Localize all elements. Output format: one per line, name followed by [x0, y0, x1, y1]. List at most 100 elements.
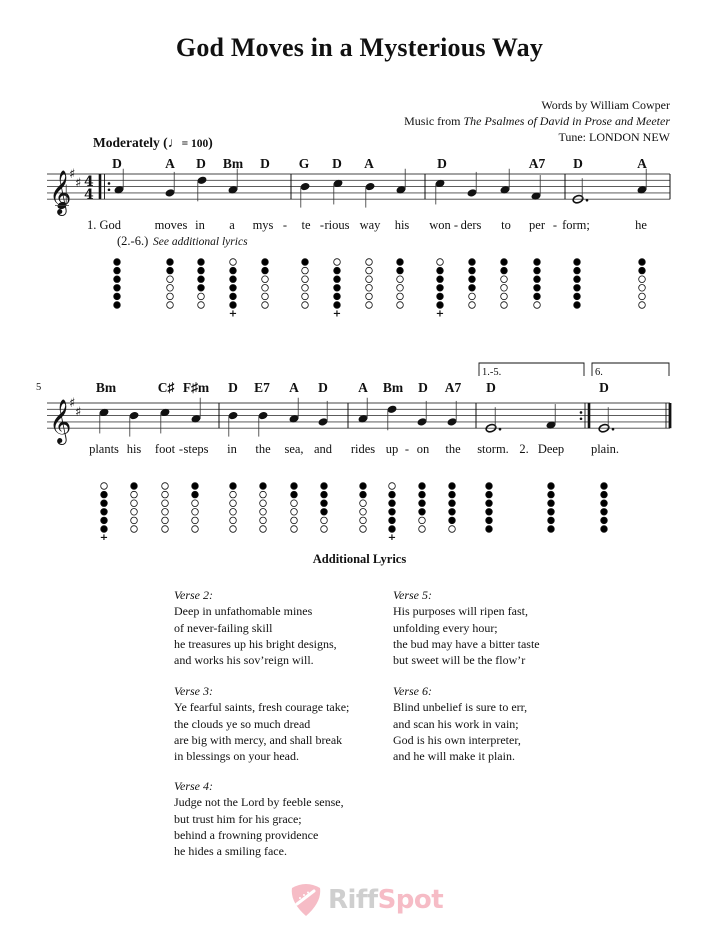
- chord-symbol: C♯: [158, 380, 175, 395]
- hole-closed-icon: [100, 525, 108, 533]
- tin-whistle-fingering: [161, 482, 169, 533]
- verse-label: Verse 5:: [393, 588, 432, 602]
- lyric-syllable: his: [395, 218, 410, 232]
- hole-closed-icon: [547, 508, 555, 516]
- note: [258, 412, 268, 437]
- verse-line: of never-failing skill: [174, 620, 273, 635]
- tin-whistle-fingering: [573, 258, 581, 309]
- chord-symbol: Bm: [223, 156, 244, 171]
- hole-open-icon: [130, 490, 138, 499]
- hole-closed-icon: [600, 490, 608, 499]
- tin-whistle-fingering: [485, 482, 493, 533]
- hole-closed-icon: [500, 258, 508, 266]
- lyric-syllable: sea,: [284, 442, 303, 456]
- hole-closed-icon: [533, 275, 541, 283]
- lyric-syllable: per: [529, 218, 546, 232]
- lyric-syllable: on: [417, 442, 430, 456]
- chord-symbol: D: [332, 156, 342, 171]
- lyric-syllable: plants: [89, 442, 119, 456]
- tin-whistle-fingering: [547, 482, 555, 533]
- hole-open-icon: [320, 525, 328, 533]
- chord-symbol: D: [112, 156, 122, 171]
- hole-closed-icon: [468, 258, 476, 266]
- hole-closed-icon: [600, 482, 608, 490]
- tin-whistle-fingering: [359, 482, 367, 533]
- hole-open-icon: [418, 516, 426, 525]
- verse-line: Blind unbelief is sure to err,: [393, 700, 528, 715]
- hole-open-icon: [191, 499, 199, 507]
- verse-5: Verse 5: His purposes will ripen fast, u…: [393, 587, 540, 668]
- hole-closed-icon: [436, 292, 444, 301]
- verse-line: and he will make it plain.: [393, 749, 515, 764]
- hole-open-icon: [191, 525, 199, 533]
- hole-closed-icon: [261, 266, 269, 275]
- hole-open-icon: [166, 275, 174, 283]
- chord-symbol: A7: [529, 156, 546, 171]
- hole-closed-icon: [333, 275, 341, 283]
- hole-closed-icon: [396, 266, 404, 275]
- verse-line: unfolding every hour;: [393, 620, 498, 635]
- hole-closed-icon: [113, 284, 121, 292]
- hole-open-icon: [229, 508, 237, 516]
- hole-open-icon: [365, 284, 373, 292]
- chord-symbol: D: [260, 156, 270, 171]
- sharp-c-icon: ♯: [75, 176, 81, 191]
- chord-symbol: A: [165, 156, 175, 171]
- hole-open-icon: [259, 508, 267, 516]
- hole-open-icon: [500, 292, 508, 301]
- lyric-syllable: 2.: [519, 442, 528, 456]
- hole-closed-icon: [436, 266, 444, 275]
- note: [396, 168, 406, 194]
- plus-overblow-icon: +: [100, 533, 108, 540]
- verse-line: behind a frowning providence: [174, 827, 319, 842]
- verse-line: the bud may have a bitter taste: [393, 636, 540, 651]
- note: [289, 397, 299, 423]
- hole-closed-icon: [533, 284, 541, 292]
- hole-closed-icon: [547, 490, 555, 499]
- hole-open-icon: [396, 292, 404, 301]
- hole-open-icon: [500, 275, 508, 283]
- tin-whistle-fingering: [113, 258, 121, 309]
- hole-closed-icon: [388, 490, 396, 499]
- tin-whistle-fingering: [166, 258, 174, 309]
- hole-open-icon: [161, 508, 169, 516]
- verse-line: Ye fearful saints, fresh courage take;: [174, 700, 350, 715]
- lyric-syllable: steps: [184, 442, 209, 456]
- hole-open-icon: [166, 301, 174, 309]
- chord-symbol: D: [228, 380, 238, 395]
- tin-whistle-fingering: [259, 482, 267, 533]
- hole-closed-icon: [573, 266, 581, 275]
- tin-whistle-fingering: [197, 258, 205, 309]
- hole-closed-icon: [500, 266, 508, 275]
- sheet-music: 𝄞♯♯ 44 𝄞♯♯ 1.-5. 6. 5 D A D Bm D G D A D A7 D A 1. God move…: [36, 156, 672, 540]
- hole-closed-icon: [418, 499, 426, 507]
- hole-closed-icon: [638, 258, 646, 266]
- repeat-dot: [579, 411, 583, 414]
- lyric-syllable: rides: [351, 442, 375, 456]
- lyric-syllable: in: [195, 218, 205, 232]
- additional-lyrics-title: Additional Lyrics: [312, 552, 407, 566]
- tin-whistle-fingering: [261, 258, 269, 309]
- hole-open-icon: [161, 482, 169, 490]
- hole-open-icon: [261, 284, 269, 292]
- note: [435, 179, 445, 205]
- note: [417, 400, 427, 426]
- verse-3: Verse 3: Ye fearful saints, fresh courag…: [174, 683, 349, 764]
- guitar-pick-icon: [291, 884, 321, 916]
- hole-closed-icon: [448, 499, 456, 507]
- note-dot: [611, 427, 615, 431]
- hole-closed-icon: [547, 525, 555, 533]
- verse-label: Verse 4:: [174, 779, 213, 793]
- lyric-syllable: plain.: [591, 442, 619, 456]
- logo-text: RiffSpot: [328, 885, 444, 915]
- tin-whistle-fingering: [468, 258, 476, 309]
- hole-open-icon: [161, 499, 169, 507]
- hole-closed-icon: [113, 266, 121, 275]
- repeat-dot: [579, 417, 583, 421]
- lyric-syllable: moves: [155, 218, 188, 232]
- lyric-syllable: rious: [325, 218, 350, 232]
- hole-open-icon: [290, 525, 298, 533]
- lyric-syllable: a: [229, 218, 235, 232]
- hole-open-icon: [533, 301, 541, 309]
- hole-closed-icon: [418, 482, 426, 490]
